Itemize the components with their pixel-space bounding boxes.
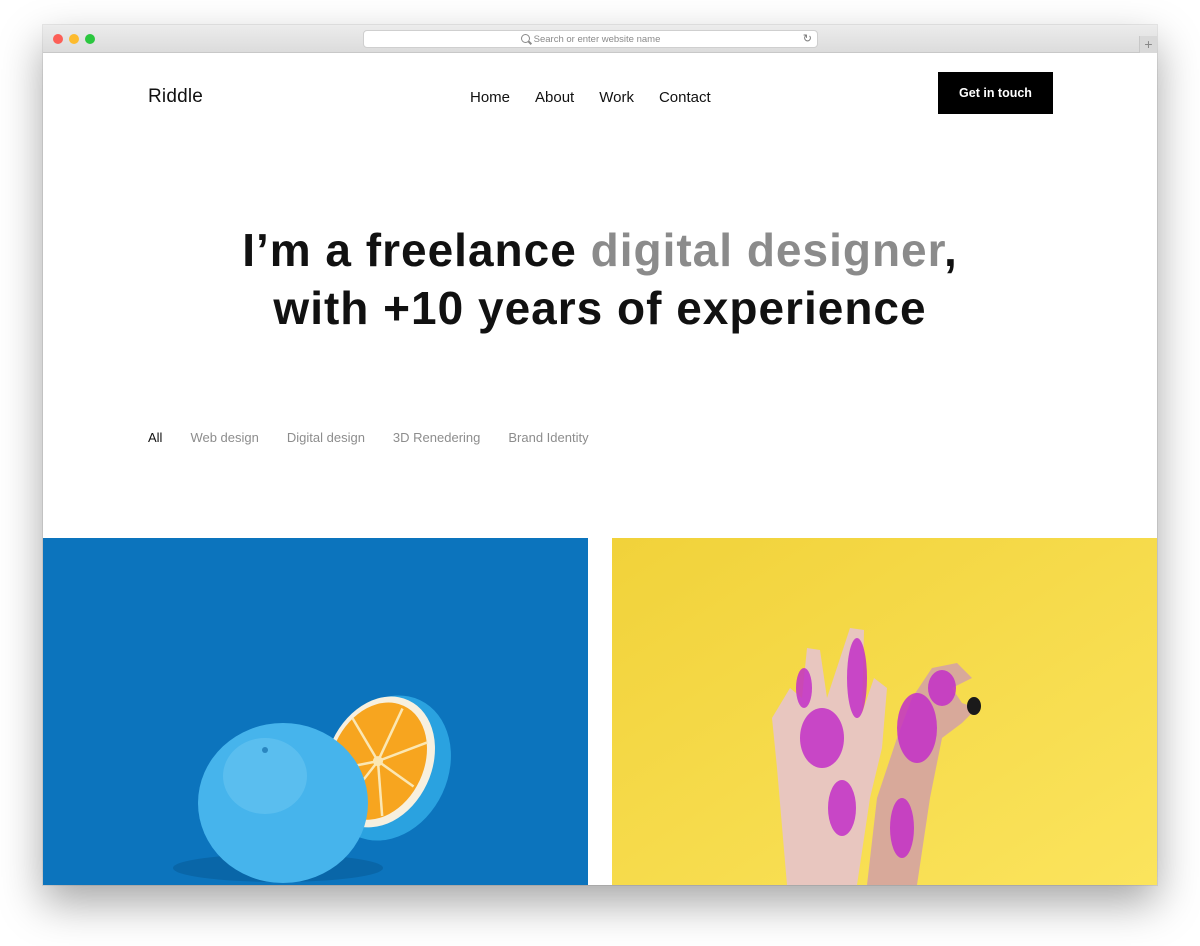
- minimize-window-button[interactable]: [69, 34, 79, 44]
- nav-about-link[interactable]: About: [535, 89, 574, 106]
- nav-home-link[interactable]: Home: [470, 89, 510, 106]
- filter-web-design[interactable]: Web design: [190, 430, 258, 445]
- browser-toolbar: Search or enter website name ↻ +: [43, 25, 1157, 53]
- get-in-touch-button[interactable]: Get in touch: [938, 72, 1053, 114]
- filter-brand-identity[interactable]: Brand Identity: [508, 430, 588, 445]
- portfolio-item-yellow-hands[interactable]: [612, 538, 1157, 885]
- new-tab-button[interactable]: +: [1139, 36, 1157, 53]
- hero-line1-start: I’m a freelance: [242, 224, 591, 276]
- main-navigation: Home About Work Contact: [470, 89, 711, 106]
- close-window-button[interactable]: [53, 34, 63, 44]
- hero-line1-end: ,: [944, 224, 958, 276]
- filter-3d-rendering[interactable]: 3D Renedering: [393, 430, 480, 445]
- portfolio-filters: All Web design Digital design 3D Reneder…: [148, 430, 589, 445]
- filter-digital-design[interactable]: Digital design: [287, 430, 365, 445]
- site-logo[interactable]: Riddle: [148, 86, 203, 108]
- browser-window: Search or enter website name ↻ + Riddle …: [43, 25, 1157, 885]
- address-placeholder: Search or enter website name: [533, 34, 661, 45]
- nav-work-link[interactable]: Work: [599, 89, 634, 106]
- web-page: Riddle Home About Work Contact Get in to…: [43, 53, 1157, 885]
- address-bar[interactable]: Search or enter website name ↻: [363, 30, 818, 48]
- hero-highlight: digital designer: [590, 224, 945, 276]
- reload-icon[interactable]: ↻: [803, 31, 812, 48]
- hero-heading: I’m a freelance digital designer, with +…: [43, 221, 1157, 337]
- maximize-window-button[interactable]: [85, 34, 95, 44]
- blue-orange-image: [43, 538, 588, 885]
- hands-glitter-image: [612, 538, 1157, 885]
- portfolio-item-blue-orange[interactable]: [43, 538, 588, 885]
- nav-contact-link[interactable]: Contact: [659, 89, 711, 106]
- filter-all[interactable]: All: [148, 430, 162, 445]
- search-icon: [520, 34, 530, 43]
- hero-line2: with +10 years of experience: [273, 282, 927, 334]
